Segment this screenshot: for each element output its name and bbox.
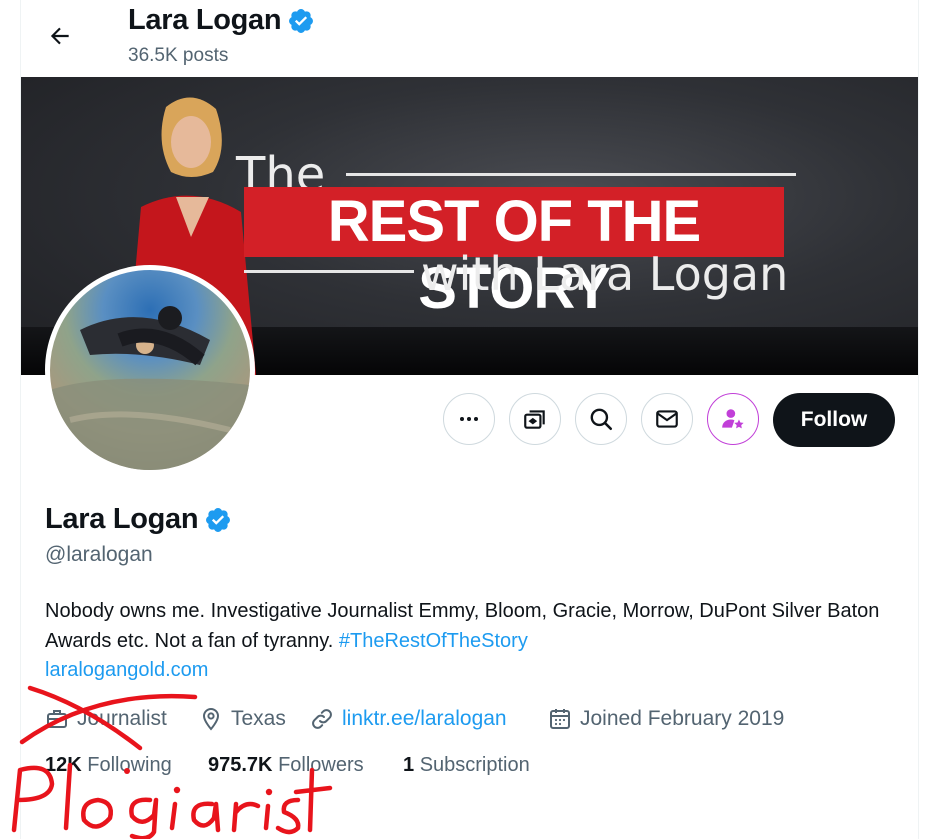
followers-label: Followers <box>278 754 364 776</box>
more-dots-icon <box>460 417 478 421</box>
follow-button[interactable]: Follow <box>773 393 895 447</box>
link-icon <box>312 709 332 729</box>
header-title: Lara Logan <box>128 4 315 37</box>
verified-badge-icon <box>289 8 314 33</box>
more-button[interactable] <box>443 393 495 445</box>
subscription-count: 1 <box>403 754 415 776</box>
profile-website[interactable]: linktr.ee/laralogan <box>310 705 507 733</box>
calendar-icon <box>550 709 570 729</box>
profile-handle: @laralogan <box>45 543 153 566</box>
subscribe-star-icon <box>722 409 744 429</box>
grok-icon <box>524 410 545 429</box>
following-label: Following <box>87 754 172 776</box>
profile-category: Journalist <box>45 705 167 733</box>
verified-badge-icon[interactable] <box>204 506 232 534</box>
subscription-label: Subscription <box>419 754 530 776</box>
grok-button[interactable] <box>509 393 561 445</box>
followers-stat[interactable]: 975.7K Followers <box>208 754 364 780</box>
search-profile-button[interactable] <box>575 393 627 445</box>
banner-with-text: with Lara Logan <box>421 247 789 301</box>
profile-avatar[interactable] <box>45 265 255 475</box>
followers-count: 975.7K <box>208 754 273 776</box>
location-pin-icon <box>202 707 220 731</box>
envelope-icon <box>656 410 678 428</box>
column-border-right <box>918 0 919 839</box>
joined-label: Joined February 2019 <box>580 707 785 730</box>
arrow-left-icon <box>50 27 69 45</box>
header-name: Lara Logan <box>128 4 282 36</box>
search-icon <box>590 408 613 431</box>
subscription-stat[interactable]: 1 Subscription <box>403 754 530 780</box>
profile-name: Lara Logan <box>45 503 199 535</box>
profile-bio: Nobody owns me. Investigative Journalist… <box>45 596 905 656</box>
back-button[interactable] <box>38 16 82 56</box>
banner-rule-top <box>346 173 796 176</box>
banner-rule-bottom <box>244 270 414 273</box>
following-stat[interactable]: 12K Following <box>45 754 172 780</box>
category-label: Journalist <box>77 707 167 730</box>
location-label: Texas <box>231 707 286 730</box>
profile-joined: Joined February 2019 <box>548 705 784 733</box>
website-link[interactable]: linktr.ee/laralogan <box>342 707 507 731</box>
bio-url-link[interactable]: laralogangold.com <box>45 655 208 685</box>
profile-name-row: Lara Logan <box>45 503 232 536</box>
message-button[interactable] <box>641 393 693 445</box>
post-count: 36.5K posts <box>128 45 229 66</box>
bio-hashtag-link[interactable]: #TheRestOfTheStory <box>339 630 528 652</box>
briefcase-icon <box>47 710 67 728</box>
following-count: 12K <box>45 754 82 776</box>
avatar-skydivers-image <box>50 306 250 470</box>
subscribe-button[interactable] <box>707 393 759 445</box>
profile-location: Texas <box>199 705 286 733</box>
